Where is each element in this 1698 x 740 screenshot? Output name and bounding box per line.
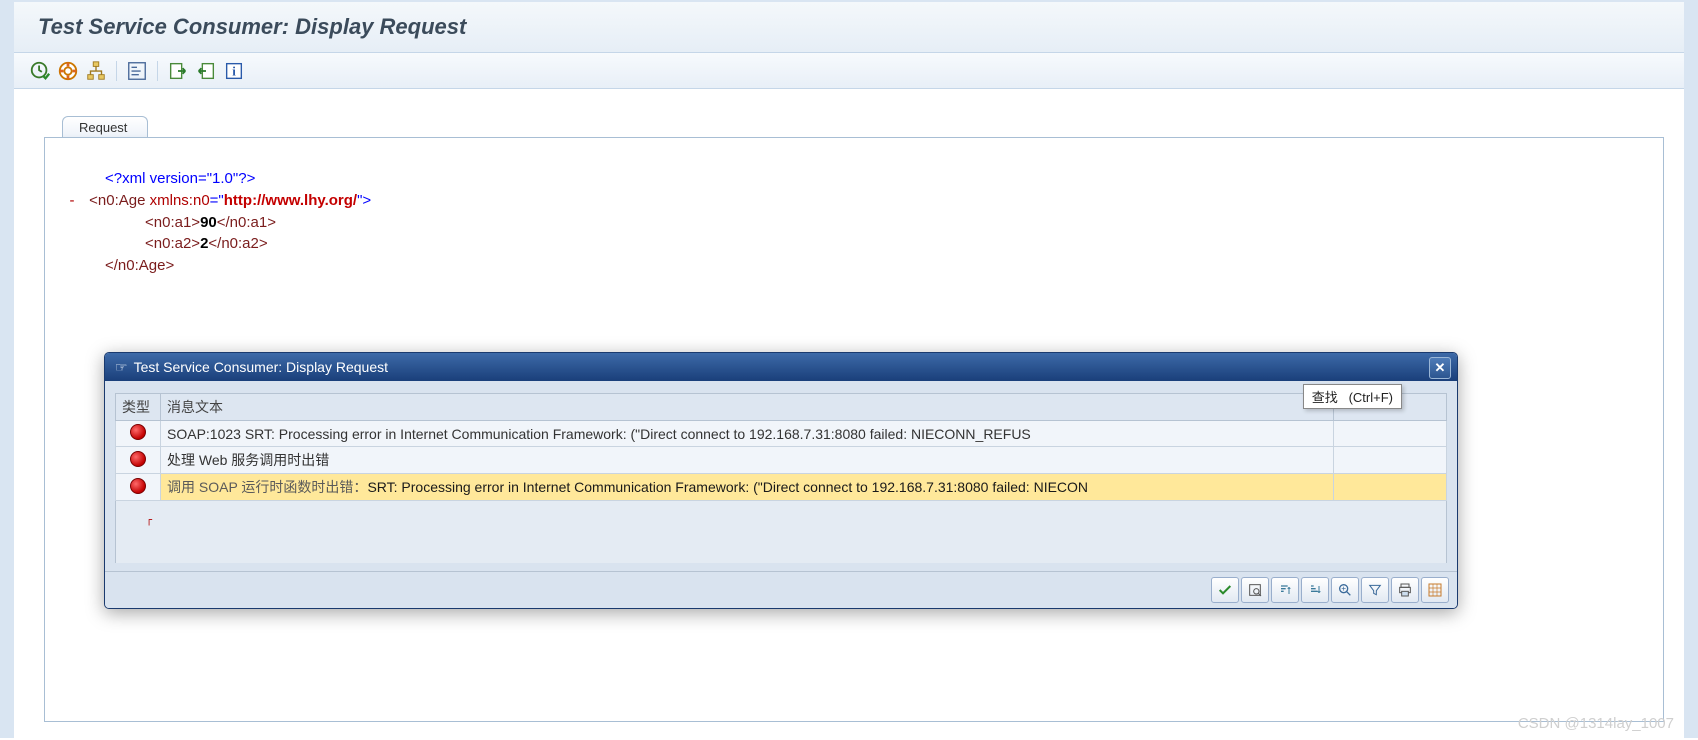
hierarchy-icon[interactable] <box>84 59 108 83</box>
clock-check-icon[interactable] <box>28 59 52 83</box>
col-type-header[interactable]: 类型 <box>116 394 161 421</box>
spare-cell <box>1334 421 1447 447</box>
tab-request[interactable]: Request <box>62 116 148 138</box>
spare-cell <box>1334 447 1447 474</box>
ok-button[interactable] <box>1211 577 1239 603</box>
sort-asc-button[interactable] <box>1271 577 1299 603</box>
table-row[interactable]: SOAP:1023 SRT: Processing error in Inter… <box>116 421 1447 447</box>
tab-strip: Request <box>14 111 1684 137</box>
find-button[interactable] <box>1331 577 1359 603</box>
table-row[interactable]: 调用 SOAP 运行时函数时出错：SRT: Processing error i… <box>116 474 1447 501</box>
table-row[interactable]: 处理 Web 服务调用时出错 <box>116 447 1447 474</box>
pretty-print-icon[interactable] <box>125 59 149 83</box>
export-icon[interactable] <box>166 59 190 83</box>
message-table: 类型 消息文本 SOAP:1023 SRT: Processing error … <box>115 393 1447 501</box>
xml-root-open: <n0:Age <box>89 192 149 209</box>
message-text: 处理 Web 服务调用时出错 <box>161 447 1334 474</box>
message-text: 调用 SOAP 运行时函数时出错：SRT: Processing error i… <box>161 474 1334 501</box>
xml-a1-value: 90 <box>200 214 217 231</box>
sort-desc-button[interactable] <box>1301 577 1329 603</box>
corner-mark-icon: ┌ <box>146 515 152 526</box>
filter-button[interactable] <box>1361 577 1389 603</box>
message-dialog: ☞ Test Service Consumer: Display Request… <box>104 352 1458 609</box>
col-message-header[interactable]: 消息文本 <box>161 394 1334 421</box>
import-icon[interactable] <box>194 59 218 83</box>
dialog-titlebar[interactable]: ☞ Test Service Consumer: Display Request… <box>105 353 1457 381</box>
error-icon <box>116 474 161 501</box>
dialog-title-text: Test Service Consumer: Display Request <box>134 359 388 375</box>
error-icon <box>116 447 161 474</box>
collapse-toggle-icon[interactable]: - <box>65 190 79 212</box>
xml-source-view[interactable]: <?xml version="1.0"?> - <n0:Age xmlns:n0… <box>85 168 1623 277</box>
layout-button[interactable] <box>1421 577 1449 603</box>
spare-cell <box>1334 474 1447 501</box>
toolbar-separator <box>157 61 158 81</box>
info-icon[interactable]: i <box>222 59 246 83</box>
xml-decl-open: <?xml version= <box>105 170 207 187</box>
dialog-body-spacer: ┌ <box>115 501 1447 563</box>
svg-text:i: i <box>232 64 236 78</box>
details-button[interactable] <box>1241 577 1269 603</box>
lifebuoy-icon[interactable] <box>56 59 80 83</box>
print-button[interactable] <box>1391 577 1419 603</box>
xml-root-close: </n0:Age> <box>105 257 174 274</box>
dialog-title-icon: ☞ <box>115 359 128 376</box>
page-title: Test Service Consumer: Display Request <box>38 14 466 40</box>
toolbar-separator <box>116 61 117 81</box>
message-text: SOAP:1023 SRT: Processing error in Inter… <box>161 421 1334 447</box>
dialog-button-bar <box>105 571 1457 608</box>
title-bar: Test Service Consumer: Display Request <box>14 2 1684 53</box>
error-icon <box>116 421 161 447</box>
find-tooltip: 查找 (Ctrl+F) <box>1303 384 1402 409</box>
close-icon[interactable]: ✕ <box>1429 357 1451 379</box>
main-toolbar: i <box>14 53 1684 89</box>
